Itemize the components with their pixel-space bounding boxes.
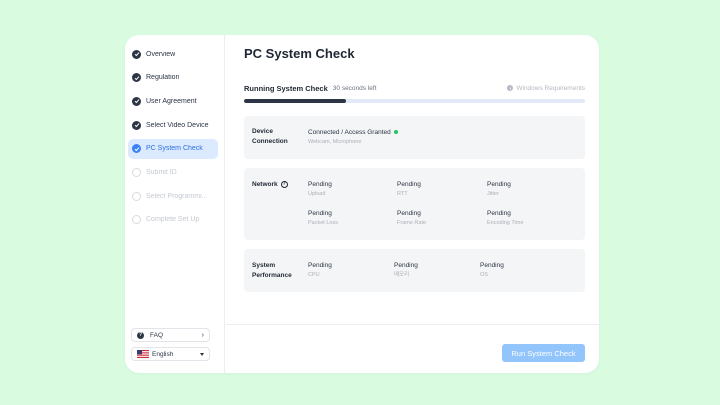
os-name: OS [480, 272, 488, 278]
language-label: English [152, 350, 174, 358]
step-complete-set-up: Complete Set Up [128, 210, 218, 230]
step-label: Overview [146, 50, 176, 58]
step-select-programming: Select Programmi... [128, 186, 218, 206]
frame-rate-name: Frame Rate [397, 220, 427, 226]
network-card: Network? Pending Upload Pending RTT Pend… [244, 168, 585, 240]
cpu-name: CPU [308, 272, 320, 278]
network-label: Network? [252, 180, 288, 190]
running-title: Running System Check [244, 83, 328, 93]
step-pc-system-check[interactable]: PC System Check [128, 138, 218, 159]
requirements-label: Windows Requirements [516, 84, 585, 92]
progress-fill [244, 99, 347, 103]
upload-name: Upload [308, 191, 326, 197]
info-icon: i [507, 85, 514, 91]
faq-label: FAQ [150, 331, 164, 339]
faq-button[interactable]: ? FAQ › [131, 328, 210, 342]
performance-label: System Performance [252, 261, 292, 281]
check-icon [132, 96, 141, 106]
memory-value: Pending [394, 262, 418, 269]
step-label: Regulation [146, 74, 180, 82]
jitter-value: Pending [487, 181, 511, 188]
packet-loss-name: Packet Loss [308, 220, 338, 226]
step-list: Overview Regulation User Agreement Selec… [128, 44, 218, 234]
os-value: Pending [480, 262, 504, 269]
step-label: Submit ID [146, 168, 177, 176]
packet-loss-value: Pending [308, 210, 332, 217]
encoding-time-name: Encoding Time [487, 220, 524, 226]
main-panel: PC System Check Running System Check 30 … [226, 35, 599, 373]
performance-label-line2: Performance [252, 272, 292, 279]
jitter-name: Jitter [487, 191, 499, 197]
device-status-text: Connected / Access Granted [308, 129, 391, 136]
step-submit-id: Submit ID [128, 162, 218, 182]
upload-value: Pending [308, 181, 332, 188]
encoding-time-value: Pending [487, 210, 511, 217]
device-label-line1: Device [252, 128, 273, 135]
frame-rate-value: Pending [397, 210, 421, 217]
check-icon [132, 144, 141, 154]
time-left: 30 seconds left [332, 84, 377, 92]
step-user-agreement[interactable]: User Agreement [128, 91, 218, 111]
app-window: Overview Regulation User Agreement Selec… [125, 35, 599, 373]
sidebar: Overview Regulation User Agreement Selec… [125, 35, 225, 373]
empty-circle-icon [132, 191, 141, 201]
empty-circle-icon [132, 167, 141, 177]
step-label: Select Video Device [146, 121, 209, 129]
device-label: Device Connection [252, 127, 288, 147]
device-connection-card: Device Connection Connected / Access Gra… [244, 116, 585, 159]
question-icon: ? [137, 331, 144, 339]
rtt-value: Pending [397, 181, 421, 188]
step-regulation[interactable]: Regulation [128, 68, 218, 88]
check-icon [132, 120, 141, 130]
step-label: Select Programmi... [146, 192, 208, 200]
help-icon[interactable]: ? [280, 180, 288, 188]
page-title: PC System Check [244, 46, 355, 61]
memory-name: 메모리 [394, 272, 410, 278]
rtt-name: RTT [397, 191, 408, 197]
step-label: Complete Set Up [146, 216, 200, 224]
language-select[interactable]: English [131, 347, 210, 361]
us-flag-icon [137, 350, 149, 358]
chevron-right-icon: › [201, 331, 204, 339]
check-icon [132, 73, 141, 83]
cpu-value: Pending [308, 262, 332, 269]
check-icon [132, 49, 141, 59]
running-header: Running System Check 30 seconds left i W… [244, 83, 585, 93]
system-performance-card: System Performance Pending CPU Pending 메… [244, 249, 585, 292]
step-label: User Agreement [146, 97, 197, 105]
status-dot-icon [393, 130, 398, 135]
progress-bar [244, 99, 585, 103]
device-status: Connected / Access Granted [308, 128, 398, 137]
device-label-line2: Connection [252, 138, 288, 145]
empty-circle-icon [132, 215, 141, 225]
network-label-text: Network [252, 181, 278, 188]
performance-label-line1: System [252, 262, 276, 269]
caret-down-icon [200, 352, 204, 356]
step-overview[interactable]: Overview [128, 44, 218, 64]
run-system-check-button[interactable]: Run System Check [502, 344, 585, 362]
step-select-video-device[interactable]: Select Video Device [128, 115, 218, 135]
step-label: PC System Check [146, 145, 203, 153]
windows-requirements-link[interactable]: i Windows Requirements [507, 85, 585, 92]
device-detail: Webcam, Microphone [308, 139, 362, 145]
footer-divider [226, 324, 599, 325]
